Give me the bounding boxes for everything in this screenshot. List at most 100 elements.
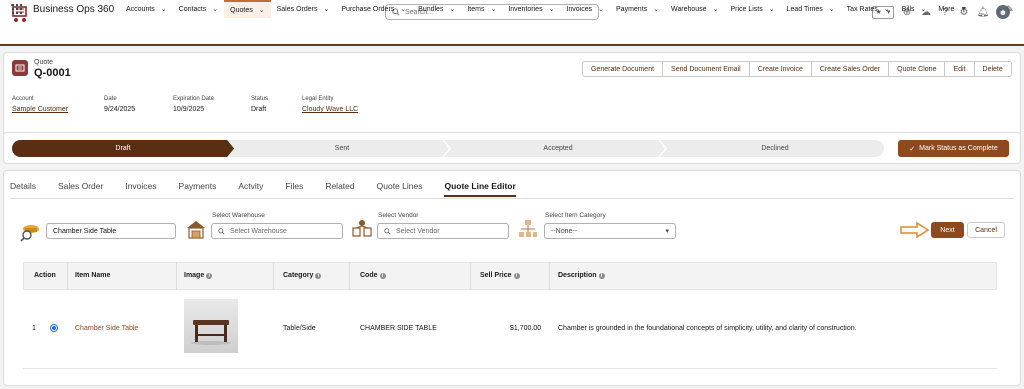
status-path: Draft Sent Accepted Declined — [12, 140, 884, 157]
nav-item-contacts[interactable]: Contacts ⌄ — [173, 0, 225, 18]
chevron-down-icon[interactable]: ⌄ — [921, 5, 927, 13]
chevron-down-icon[interactable]: ⌄ — [829, 5, 835, 13]
item-category-icon — [519, 220, 537, 237]
tab-details[interactable]: Details — [10, 181, 36, 197]
info-icon[interactable]: i — [598, 272, 605, 279]
nav-item-sales-orders[interactable]: Sales Orders ⌄ — [271, 0, 336, 18]
nav-item-accounts[interactable]: Accounts ⌄ — [120, 0, 173, 18]
row-select-radio[interactable] — [50, 324, 58, 332]
nav-item-inventories[interactable]: Inventories ⌄ — [502, 0, 560, 18]
edit-nav-icon[interactable]: ✎ — [1006, 4, 1014, 15]
edit-button[interactable]: Edit — [945, 62, 975, 76]
tab-quote-line-editor[interactable]: Quote Line Editor — [444, 181, 516, 197]
col-header-sell-price: Sell Price i — [480, 272, 520, 279]
tabs-divider — [10, 198, 1014, 199]
account-link[interactable]: Sample Customer — [12, 106, 68, 113]
quote-clone-button[interactable]: Quote Clone — [889, 62, 946, 76]
item-search-input[interactable]: Chamber Side Table — [46, 223, 176, 239]
vendor-icon — [352, 220, 372, 237]
chevron-down-icon[interactable]: ⌄ — [490, 5, 496, 13]
record-title: Q-0001 — [34, 67, 71, 79]
category-label: Select Item Category — [545, 212, 606, 219]
nav-item-warehouse[interactable]: Warehouse ⌄ — [665, 0, 724, 18]
nav-item-tax-rates[interactable]: Tax Rates ⌄ — [841, 0, 896, 18]
nav-item-payments[interactable]: Payments ⌄ — [610, 0, 665, 18]
field-status: Status Draft — [251, 96, 269, 113]
tab-invoices[interactable]: Invoices — [125, 181, 156, 197]
app-launcher-icon[interactable] — [12, 4, 22, 14]
info-icon[interactable]: i — [315, 272, 322, 279]
chevron-down-icon[interactable]: ⌄ — [713, 5, 719, 13]
nav-item-bundles[interactable]: Bundles ⌄ — [412, 0, 461, 18]
cancel-button[interactable]: Cancel — [967, 222, 1005, 238]
item-image — [184, 299, 238, 353]
mark-status-complete-button[interactable]: ✓ Mark Status as Complete — [898, 140, 1009, 157]
legal-entity-link[interactable]: Cloudy Wave LLC — [302, 106, 358, 113]
nav-item-quotes[interactable]: Quotes ⌄ — [224, 0, 271, 18]
chevron-down-icon[interactable]: ⌄ — [884, 5, 890, 13]
col-header-action: Action — [34, 272, 56, 279]
generate-document-button[interactable]: Generate Document — [583, 62, 664, 76]
vendor-input[interactable]: Select Vendor — [377, 223, 509, 239]
tab-related[interactable]: Related — [325, 181, 354, 197]
col-header-image: Image i — [184, 272, 213, 279]
chevron-down-icon[interactable]: ⌄ — [323, 5, 329, 13]
warehouse-label: Select Warehouse — [212, 212, 265, 219]
col-header-code: Code i — [360, 272, 386, 279]
row-category: Table/Side — [283, 325, 316, 332]
arrow-right-icon — [900, 222, 930, 238]
nav-item-items[interactable]: Items ⌄ — [461, 0, 502, 18]
nav-item-bills[interactable]: Bills ⌄ — [896, 0, 933, 18]
chevron-down-icon[interactable]: ⌄ — [598, 5, 604, 13]
chevron-down-icon[interactable]: ▼ — [960, 6, 967, 13]
next-button[interactable]: Next — [931, 222, 964, 238]
nav-item-more[interactable]: More ▼ — [932, 0, 973, 18]
quote-record-icon — [12, 60, 28, 76]
info-icon[interactable]: i — [513, 272, 520, 279]
warehouse-icon — [187, 221, 205, 239]
info-icon[interactable]: i — [206, 272, 213, 279]
bell-icon[interactable]: 🔔︎ — [977, 6, 990, 18]
tab-sales-order[interactable]: Sales Order — [58, 181, 103, 197]
field-legal-entity: Legal Entity Cloudy Wave LLC — [302, 96, 359, 113]
tab-payments[interactable]: Payments — [179, 181, 217, 197]
chevron-down-icon[interactable]: ⌄ — [653, 5, 659, 13]
field-expiration-date: Expiration Date 10/9/2025 — [173, 96, 215, 113]
field-date: Date 9/24/2025 — [104, 96, 136, 113]
nav-item-lead-times[interactable]: Lead Times ⌄ — [781, 0, 841, 18]
row-description: Chamber is grounded in the foundational … — [558, 325, 857, 332]
chevron-down-icon[interactable]: ⌄ — [400, 5, 406, 13]
row-code: CHAMBER SIDE TABLE — [360, 325, 437, 332]
category-select[interactable]: --None-- ▾ — [544, 223, 676, 239]
chevron-down-icon[interactable]: ⌄ — [549, 5, 555, 13]
vendor-label: Select Vendor — [378, 212, 419, 219]
nav-item-purchase-orders[interactable]: Purchase Orders ⌄ — [335, 0, 412, 18]
tab-quote-lines[interactable]: Quote Lines — [377, 181, 423, 197]
col-header-item-name: Item Name — [75, 272, 111, 279]
search-icon — [218, 227, 225, 235]
chevron-down-icon[interactable]: ⌄ — [259, 6, 265, 14]
row-sell-price: $1,700.00 — [510, 325, 542, 332]
delete-button[interactable]: Delete — [975, 62, 1011, 76]
item-name-link[interactable]: Chamber Side Table — [75, 325, 138, 332]
nav-item-price-lists[interactable]: Price Lists ⌄ — [724, 0, 780, 18]
send-document-email-button[interactable]: Send Document Email — [663, 62, 750, 76]
warehouse-input[interactable]: Select Warehouse — [211, 223, 343, 239]
row-index: 1 — [32, 325, 36, 332]
chevron-down-icon[interactable]: ⌄ — [449, 5, 455, 13]
chevron-down-icon[interactable]: ⌄ — [161, 5, 167, 13]
check-icon: ✓ — [909, 145, 916, 153]
chevron-down-icon[interactable]: ⌄ — [212, 5, 218, 13]
item-search-icon — [20, 225, 39, 242]
create-sales-order-button[interactable]: Create Sales Order — [812, 62, 890, 76]
nav-item-invoices[interactable]: Invoices ⌄ — [560, 0, 610, 18]
path-chevrons — [227, 140, 667, 157]
tab-actvity[interactable]: Actvity — [238, 181, 263, 197]
record-action-buttons: Generate Document Send Document Email Crea… — [582, 61, 1012, 77]
create-invoice-button[interactable]: Create Invoice — [750, 62, 812, 76]
info-icon[interactable]: i — [379, 272, 386, 279]
nav-items: Accounts ⌄ Contacts ⌄ Quotes ⌄ Sales Orders ⌄ Pu… — [120, 0, 973, 18]
search-icon — [384, 227, 391, 235]
tab-files[interactable]: Files — [285, 181, 303, 197]
chevron-down-icon[interactable]: ⌄ — [769, 5, 775, 13]
